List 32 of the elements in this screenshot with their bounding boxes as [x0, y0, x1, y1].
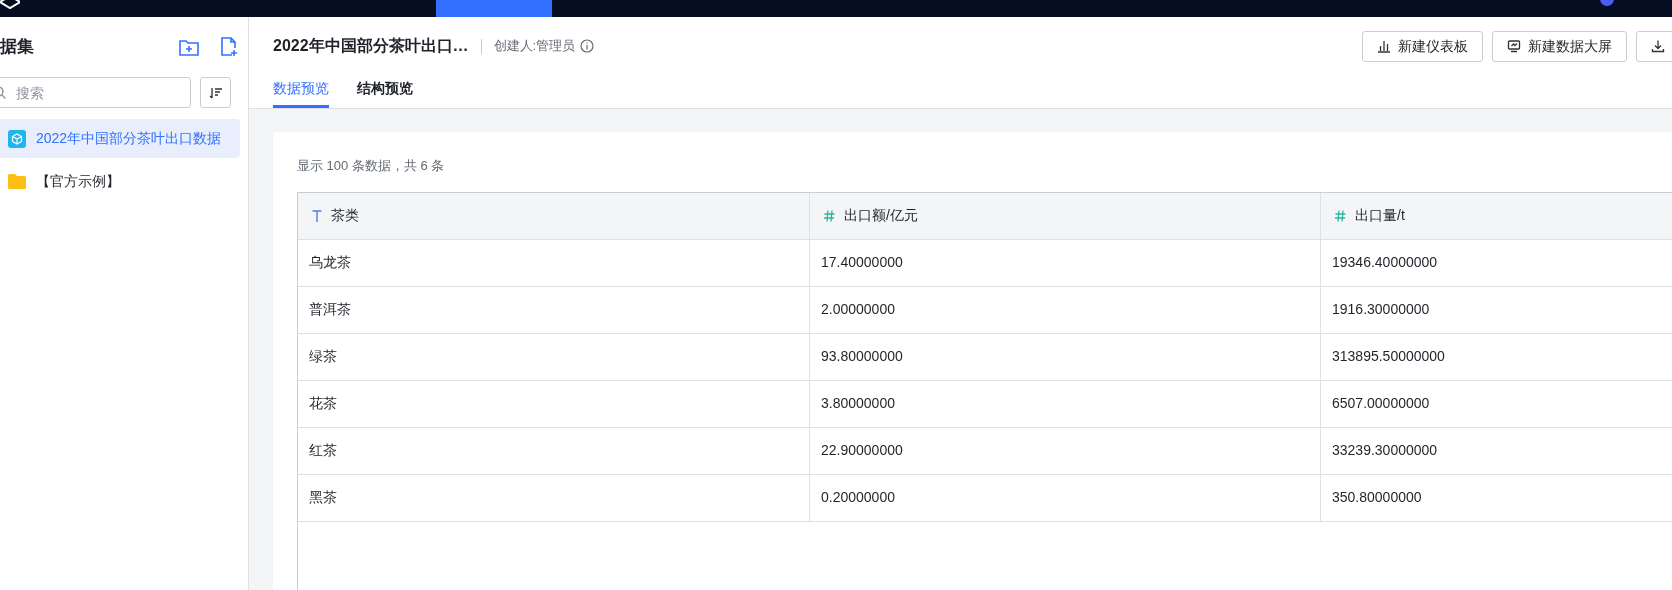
table-cell-text: 花茶	[308, 394, 338, 413]
creator-label: 创建人:管理员	[493, 37, 576, 56]
search-field[interactable]: 搜索	[0, 77, 191, 108]
column-header: 出口额/亿元	[809, 192, 1320, 239]
table-cell-text: 红茶	[308, 441, 338, 460]
table-cell: 313895.50000000	[1320, 333, 1672, 380]
table-cell: 17.40000000	[809, 239, 1320, 286]
table-cell-text: 黑茶	[308, 488, 338, 507]
column-header: 出口量/t	[1320, 192, 1672, 239]
table-cell: 93.80000000	[809, 333, 1320, 380]
table-cell-text: 绿茶	[308, 347, 338, 366]
table-cell: 350.80000000	[1320, 474, 1672, 521]
table-cell: 3.80000000	[809, 380, 1320, 427]
table-cell: 2.00000000	[809, 286, 1320, 333]
table-cell: 0.20000000	[809, 474, 1320, 521]
tree-item[interactable]: 【官方示例】	[0, 162, 240, 201]
tab[interactable]: 数据预览	[273, 71, 329, 108]
table-cell-text: 普洱茶	[308, 300, 352, 319]
table-cell: 1916.30000000	[1320, 286, 1672, 333]
header-button[interactable]: 新建仪表板	[1362, 30, 1483, 62]
table-cell-text: 乌龙茶	[308, 253, 352, 272]
table-cell: 19346.40000000	[1320, 239, 1672, 286]
tab[interactable]: 结构预览	[357, 71, 413, 108]
column-header: 茶类	[298, 192, 809, 239]
table-cell: 6507.00000000	[1320, 380, 1672, 427]
row-count-text: 显示 100 条数据，共 6 条	[297, 157, 446, 175]
table-cell: 33239.30000000	[1320, 427, 1672, 474]
header-button[interactable]: 新建数据大屏	[1492, 30, 1627, 62]
dataset-title: 2022年中国部分茶叶出口…	[273, 36, 469, 56]
table-cell: 22.90000000	[809, 427, 1320, 474]
tree-item[interactable]: 2022年中国部分茶叶出口数据	[0, 119, 240, 158]
sidebar-title: 据集	[0, 36, 34, 59]
